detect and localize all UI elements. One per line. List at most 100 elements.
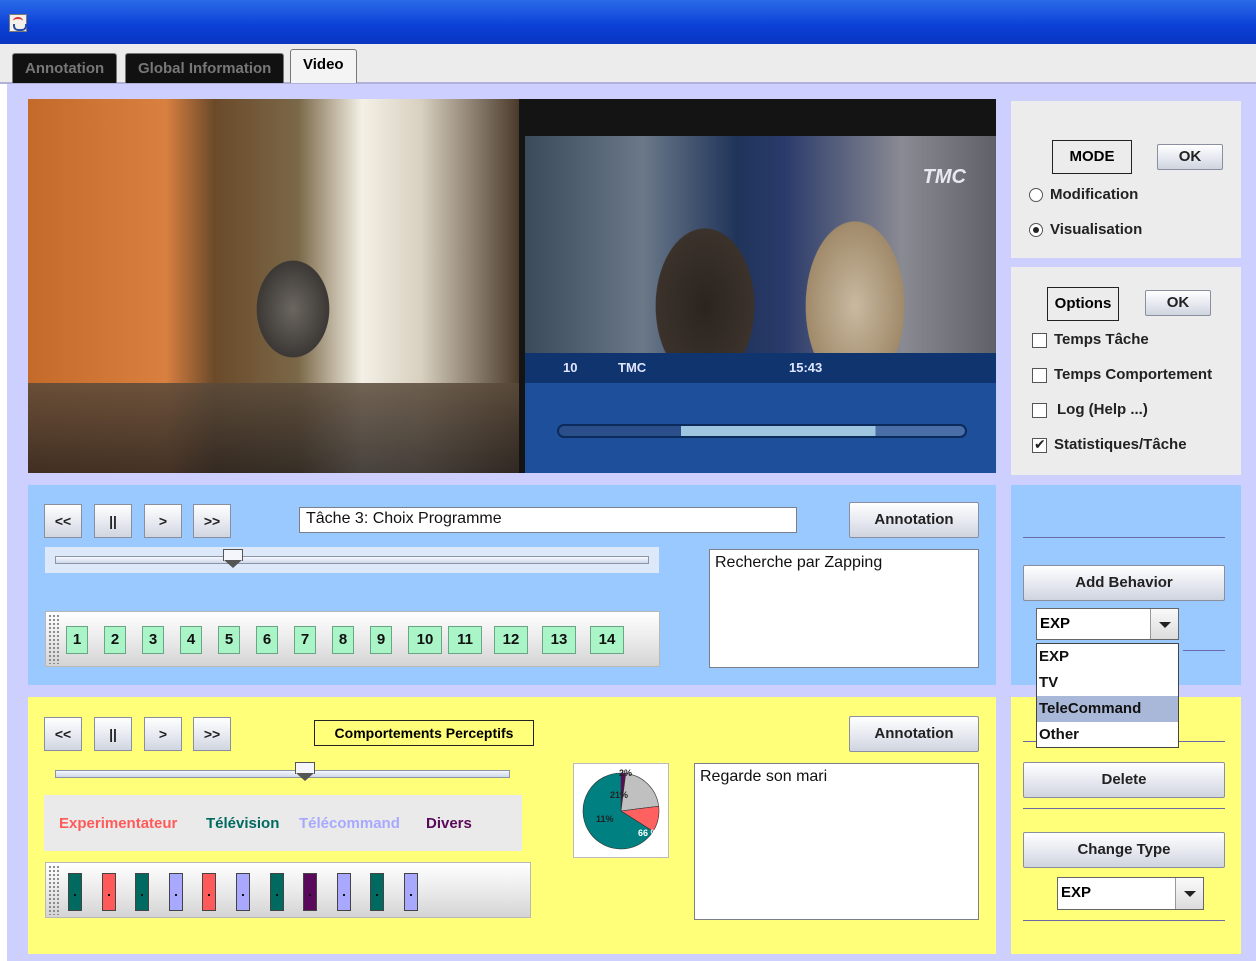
behavior-pause-button[interactable]: || <box>94 717 132 751</box>
pie-chart-svg: 2% 21% 11% 66 % <box>582 768 660 850</box>
behavior-mark[interactable] <box>370 873 385 911</box>
behavior-play-button[interactable]: > <box>144 717 182 751</box>
task-number-button[interactable]: 7 <box>294 626 316 654</box>
behavior-rewind-button[interactable]: << <box>44 717 82 751</box>
task-annotation-button[interactable]: Annotation <box>849 502 979 538</box>
behavior-mark[interactable] <box>303 873 318 911</box>
statistiques-tache-checkbox[interactable] <box>1032 436 1047 453</box>
tv-channel-name: TMC <box>618 360 647 375</box>
options-panel: Options OK Temps Tâche Temps Comportemen… <box>1011 267 1241 475</box>
task-slider-track <box>55 556 649 564</box>
change-type-button[interactable]: Change Type <box>1023 832 1225 868</box>
task-number-button[interactable]: 1 <box>66 626 88 654</box>
task-number-button[interactable]: 10 <box>408 626 442 654</box>
tv-time: 15:43 <box>789 360 823 375</box>
behavior-mark[interactable] <box>236 873 250 911</box>
chevron-down-icon[interactable] <box>1175 878 1203 909</box>
behavior-mark[interactable] <box>202 873 217 911</box>
tab-strip: Annotation Global Information Video <box>0 44 1256 84</box>
task-slider-thumb[interactable] <box>223 549 244 569</box>
separator <box>1183 650 1225 651</box>
behavior-mark-toolbar <box>45 862 531 918</box>
behavior-mark[interactable] <box>404 873 418 911</box>
task-pause-button[interactable]: || <box>94 504 132 538</box>
pie-label: 11% <box>596 814 614 824</box>
behavior-annotation-text[interactable]: Regarde son mari <box>694 763 979 920</box>
temps-comportement-checkbox[interactable] <box>1032 368 1047 383</box>
toolbar-grip[interactable] <box>48 865 60 915</box>
mode-panel: MODE OK Modification Visualisation <box>1011 101 1241 258</box>
visualisation-radio[interactable] <box>1029 223 1043 237</box>
mode-label: MODE <box>1052 140 1132 174</box>
behavior-mark[interactable] <box>269 873 284 911</box>
behavior-mark[interactable] <box>135 873 150 911</box>
behavior-mark[interactable] <box>68 873 82 911</box>
behavior-mark[interactable] <box>101 873 116 911</box>
task-annotation-text[interactable]: Recherche par Zapping <box>709 549 979 668</box>
task-number-button[interactable]: 13 <box>542 626 576 654</box>
behavior-type-value: EXP <box>1040 615 1071 632</box>
options-ok-button[interactable]: OK <box>1145 290 1211 316</box>
task-forward-button[interactable]: >> <box>193 504 231 538</box>
task-play-button[interactable]: > <box>144 504 182 538</box>
pie-label: 21% <box>610 790 628 800</box>
temps-comportement-label: Temps Comportement <box>1054 366 1213 383</box>
room-camera-view <box>28 99 519 473</box>
behavior-annotation-button[interactable]: Annotation <box>849 716 979 752</box>
task-rewind-button[interactable]: << <box>44 504 82 538</box>
mode-ok-button[interactable]: OK <box>1157 144 1223 170</box>
tab-video[interactable]: Video <box>290 49 357 83</box>
pie-label: 66 % <box>638 828 659 838</box>
tab-annotation[interactable]: Annotation <box>12 53 118 83</box>
task-number-button[interactable]: 9 <box>370 626 392 654</box>
task-number-button[interactable]: 5 <box>218 626 240 654</box>
statistiques-tache-label: Statistiques/Tâche <box>1054 436 1187 453</box>
task-number-toolbar: 1 2 3 4 5 6 7 8 9 10 11 12 13 14 <box>45 611 660 667</box>
task-number-button[interactable]: 12 <box>494 626 528 654</box>
behavior-mark[interactable] <box>168 873 183 911</box>
stats-pie-chart: 2% 21% 11% 66 % <box>573 763 669 858</box>
temps-tache-checkbox[interactable] <box>1032 333 1047 348</box>
task-number-button[interactable]: 3 <box>142 626 164 654</box>
dropdown-item-exp[interactable]: EXP <box>1037 644 1178 670</box>
task-number-button[interactable]: 4 <box>180 626 202 654</box>
behavior-player-panel: << || > >> Comportements Perceptifs Anno… <box>28 697 996 954</box>
java-icon <box>9 14 27 32</box>
behavior-slider-track <box>55 770 510 778</box>
temps-tache-label: Temps Tâche <box>1054 331 1149 348</box>
separator <box>1023 808 1225 809</box>
dropdown-item-other[interactable]: Other <box>1037 722 1178 748</box>
task-number-button[interactable]: 2 <box>104 626 126 654</box>
dropdown-item-tv[interactable]: TV <box>1037 670 1178 696</box>
chevron-down-icon[interactable] <box>1150 609 1178 639</box>
behavior-mark[interactable] <box>336 873 351 911</box>
task-number-button[interactable]: 8 <box>332 626 354 654</box>
modification-radio[interactable] <box>1029 188 1043 202</box>
toolbar-grip[interactable] <box>48 614 60 664</box>
legend-divers: Divers <box>426 815 472 832</box>
modification-label: Modification <box>1050 186 1139 203</box>
change-type-value: EXP <box>1061 884 1092 901</box>
tab-global-information[interactable]: Global Information <box>125 53 285 83</box>
task-number-button[interactable]: 6 <box>256 626 278 654</box>
tv-info-strip: 10 TMC 15:43 <box>525 353 996 383</box>
add-behavior-button[interactable]: Add Behavior <box>1023 565 1225 601</box>
behavior-slider-thumb[interactable] <box>295 762 316 782</box>
dropdown-item-telecommand[interactable]: TeleCommand <box>1037 696 1178 722</box>
behavior-type-dropdown[interactable]: EXP TV TeleCommand Other <box>1036 643 1179 748</box>
task-number-button[interactable]: 14 <box>590 626 624 654</box>
behavior-forward-button[interactable]: >> <box>193 717 231 751</box>
delete-button[interactable]: Delete <box>1023 762 1225 798</box>
visualisation-label: Visualisation <box>1050 221 1143 238</box>
behavior-slider[interactable] <box>45 761 525 785</box>
task-slider[interactable] <box>45 547 659 573</box>
behavior-category-label: Comportements Perceptifs <box>314 720 534 746</box>
behavior-type-combo[interactable]: EXP <box>1036 608 1179 640</box>
task-name-field[interactable]: Tâche 3: Choix Programme <box>299 507 797 533</box>
tv-screen-view: TMC 10 TMC 15:43 <box>519 99 996 473</box>
change-type-combo[interactable]: EXP <box>1057 877 1204 910</box>
legend-television: Télévision <box>206 815 280 832</box>
log-help-checkbox[interactable] <box>1032 403 1047 418</box>
task-player-panel: << || > >> Tâche 3: Choix Programme Anno… <box>28 485 996 685</box>
task-number-button[interactable]: 11 <box>448 626 482 654</box>
